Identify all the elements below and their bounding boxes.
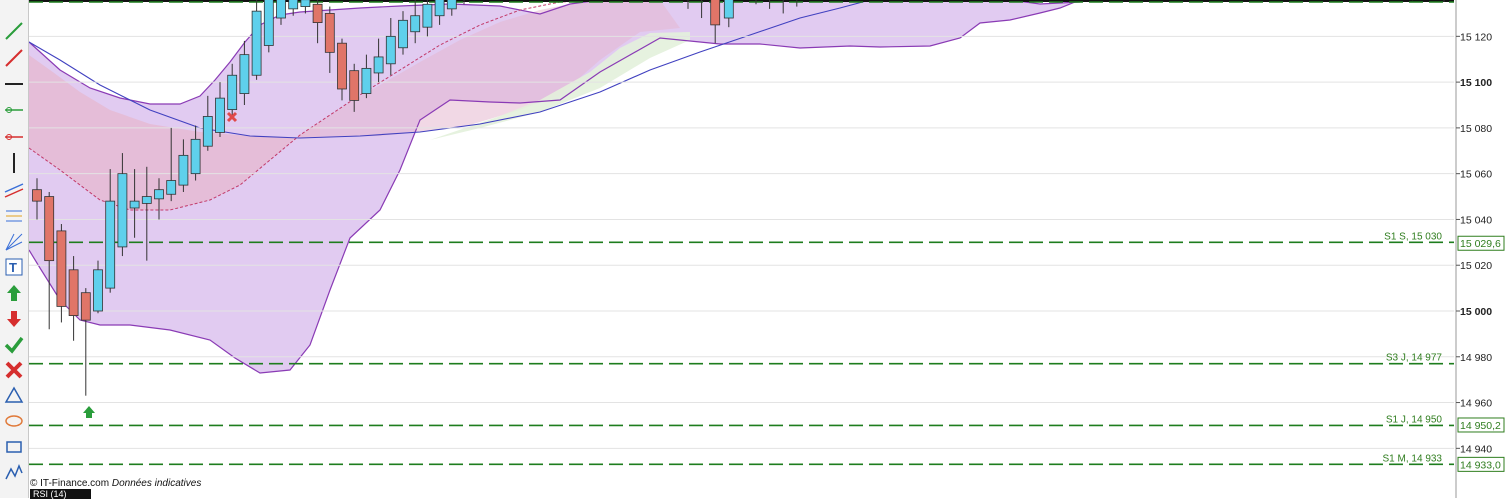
candle-up	[227, 74, 238, 110]
price-tag-label: 15 029,6	[1460, 238, 1501, 250]
price-tag: 14 950,2	[1457, 417, 1505, 433]
candle-up	[263, 0, 274, 46]
price-tick-label: 15 000	[1460, 306, 1492, 318]
candle-up	[276, 0, 286, 19]
triangle-icon[interactable]	[3, 384, 25, 406]
candle-up	[422, 3, 433, 28]
drawing-toolbar: T	[0, 0, 29, 498]
candle-up	[93, 269, 103, 312]
candle-up	[373, 56, 384, 74]
candle-up	[385, 35, 396, 65]
candle-up	[446, 0, 457, 10]
disclaimer-text: Données indicatives	[111, 478, 202, 489]
fibonacci-icon[interactable]	[3, 204, 25, 226]
cross-icon[interactable]	[3, 359, 25, 381]
price-tick-label: 14 940	[1460, 443, 1492, 455]
price-tick-label: 15 060	[1460, 169, 1492, 181]
support-level-label: S1 S, 15 030	[1384, 231, 1442, 242]
text-tool-icon[interactable]: T	[3, 256, 25, 278]
copyright-text: © IT-Finance.com	[30, 478, 110, 489]
candle-up	[288, 0, 299, 10]
support-level-label: S1 J, 14 950	[1386, 414, 1443, 425]
candle-up	[190, 138, 201, 175]
candle-down	[337, 42, 347, 90]
arrow-up-icon[interactable]	[3, 282, 25, 304]
candle-down	[32, 189, 42, 202]
price-tick-label: 14 980	[1460, 352, 1492, 364]
candle-up	[398, 19, 408, 49]
gann-icon[interactable]	[3, 231, 25, 253]
horizontal-line-icon[interactable]	[3, 73, 25, 95]
candle-up	[361, 67, 372, 94]
support-level-label: S2 J, 15 13	[1391, 0, 1442, 2]
candle-up	[141, 196, 152, 204]
price-tick-label: 15 040	[1460, 214, 1492, 226]
candle-down	[324, 13, 335, 53]
candle-down	[44, 196, 55, 262]
rectangle-icon[interactable]	[3, 436, 25, 458]
ray-red-icon[interactable]	[3, 126, 25, 148]
checkmark-icon[interactable]	[3, 334, 25, 356]
candle-down	[56, 230, 67, 307]
candle-up	[251, 10, 262, 76]
candle-up	[178, 154, 189, 186]
channel-icon[interactable]	[3, 178, 25, 200]
candle-up	[129, 200, 140, 209]
chart-footer: © IT-Finance.com Données indicatives	[30, 478, 201, 489]
support-level-label: S3 J, 14 977	[1386, 353, 1443, 364]
price-tag: 15 029,6	[1457, 235, 1505, 251]
candle-up	[410, 15, 421, 33]
price-chart[interactable]: S2 J, 15 13 S1 S, 15 030 S3 J, 14 977 S1 J,…	[0, 0, 1506, 498]
candle-up	[105, 200, 116, 289]
candle-down	[80, 292, 91, 321]
support-level-label: S1 M, 14 933	[1383, 453, 1443, 464]
candle-up	[239, 54, 250, 94]
price-tag-label: 14 950,2	[1460, 420, 1501, 432]
candle-up	[202, 116, 213, 147]
price-tick-label: 15 100	[1460, 77, 1492, 89]
candle-up	[300, 0, 311, 7]
ellipse-icon[interactable]	[3, 410, 25, 432]
candle-up	[117, 173, 128, 248]
candle-up	[723, 0, 734, 19]
candle-up	[154, 189, 164, 200]
trendline-green-icon[interactable]	[3, 20, 25, 42]
price-tag-label: 14 933,0	[1460, 459, 1501, 471]
candle-down	[710, 0, 721, 26]
candle-up	[166, 180, 177, 195]
price-tick-label: 15 080	[1460, 123, 1492, 135]
ray-green-icon[interactable]	[3, 99, 25, 121]
candle-up	[434, 0, 445, 17]
svg-text:T: T	[9, 260, 17, 275]
pattern-icon[interactable]	[3, 461, 25, 483]
candle-down	[349, 70, 360, 101]
candle-down	[68, 269, 79, 316]
trendline-red-icon[interactable]	[3, 47, 25, 69]
price-tick-label: 14 960	[1460, 398, 1492, 410]
candle-up	[215, 97, 225, 133]
price-tick-label: 15 020	[1460, 260, 1492, 272]
arrow-down-icon[interactable]	[3, 308, 25, 330]
price-tick-label: 15 120	[1460, 31, 1492, 43]
price-tag: 14 933,0	[1457, 456, 1505, 472]
vertical-line-icon[interactable]	[3, 152, 25, 174]
candle-down	[312, 3, 323, 23]
